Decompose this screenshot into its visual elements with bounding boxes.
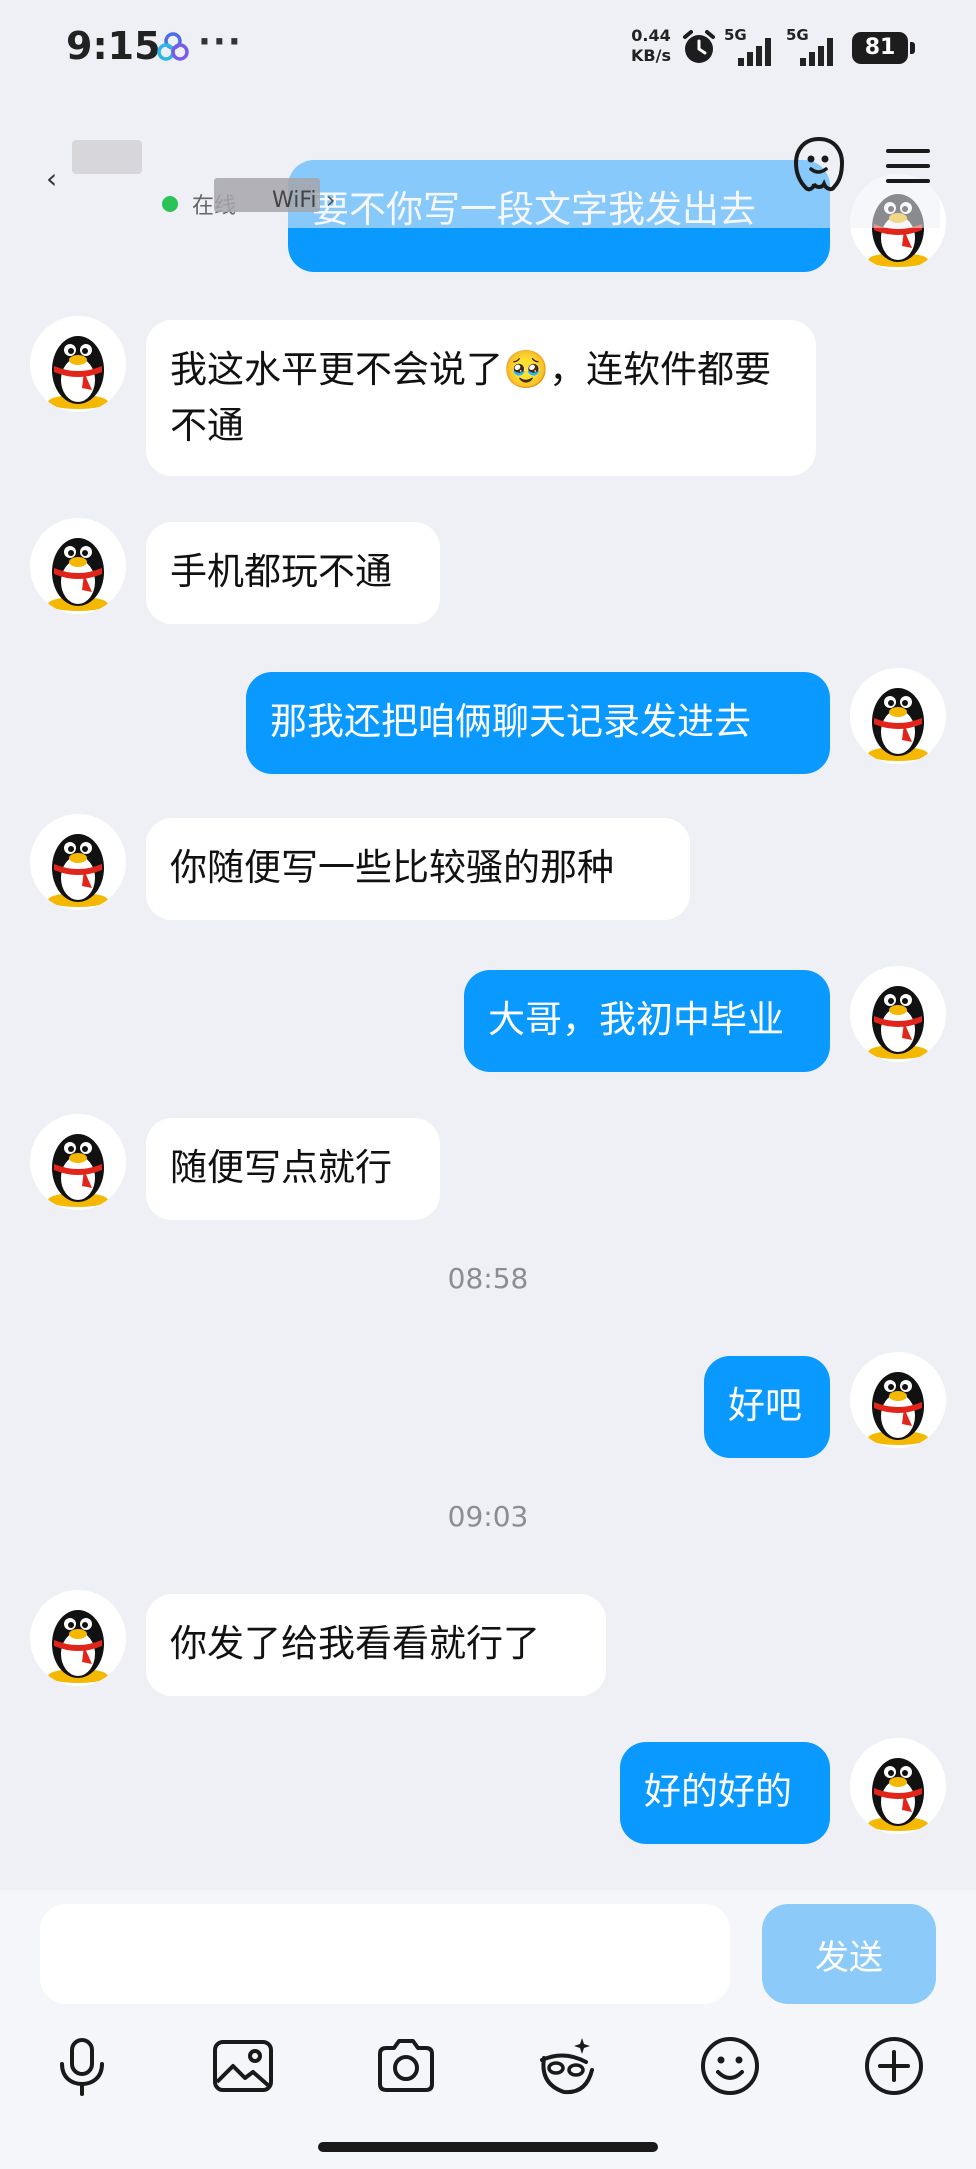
camera-icon[interactable] xyxy=(374,2034,438,2098)
cellular-signal-2: 5G xyxy=(786,26,842,66)
status-bar: 9:15 ··· 0.44 KB/s 5G 5G 81 xyxy=(0,0,976,100)
menu-icon[interactable] xyxy=(884,146,932,186)
outgoing-message-bubble[interactable]: 那我还把咱俩聊天记录发进去 xyxy=(246,672,830,774)
home-indicator[interactable] xyxy=(318,2142,658,2152)
alarm-icon xyxy=(683,30,715,63)
incoming-message-bubble[interactable]: 手机都玩不通 xyxy=(146,522,440,624)
message-timestamp: 08:58 xyxy=(447,1262,529,1295)
penguin-avatar-icon xyxy=(868,688,928,761)
ai-assistant-icon[interactable] xyxy=(792,136,846,194)
incoming-message-bubble[interactable]: 我这水平更不会说了🥹，连软件都要不通 xyxy=(146,320,816,476)
penguin-avatar-icon xyxy=(48,1610,108,1683)
battery-indicator: 81 xyxy=(852,32,915,64)
plus-icon[interactable] xyxy=(862,2034,926,2098)
penguin-avatar-icon xyxy=(48,336,108,409)
back-button[interactable]: ‹ xyxy=(46,162,57,195)
penguin-avatar-icon xyxy=(48,1134,108,1207)
my-avatar[interactable] xyxy=(850,668,946,764)
outgoing-message-bubble[interactable]: 大哥，我初中毕业 xyxy=(464,970,830,1072)
contact-avatar[interactable] xyxy=(30,1114,126,1210)
message-input[interactable] xyxy=(40,1904,730,2004)
message-timestamp: 09:03 xyxy=(447,1500,529,1533)
app-notification-icon xyxy=(157,32,189,61)
penguin-avatar-icon xyxy=(868,1372,928,1445)
microphone-icon[interactable] xyxy=(50,2034,114,2098)
signal-bars-icon xyxy=(800,38,833,66)
my-avatar[interactable] xyxy=(850,1738,946,1834)
contact-name-redacted xyxy=(72,140,142,174)
emoji-icon[interactable] xyxy=(698,2034,762,2098)
contact-avatar[interactable] xyxy=(30,814,126,910)
my-avatar[interactable] xyxy=(850,1352,946,1448)
signal-bars-icon xyxy=(738,38,771,66)
sticker-icon[interactable] xyxy=(534,2034,598,2098)
my-avatar[interactable] xyxy=(850,966,946,1062)
status-time: 9:15 xyxy=(66,24,161,68)
penguin-avatar-icon xyxy=(48,834,108,907)
contact-avatar[interactable] xyxy=(30,518,126,614)
chat-header: ‹ 在线 WiFi › xyxy=(0,100,976,228)
incoming-message-bubble[interactable]: 你随便写一些比较骚的那种 xyxy=(146,818,690,920)
image-icon[interactable] xyxy=(211,2034,275,2098)
contact-avatar[interactable] xyxy=(30,1590,126,1686)
network-speed-unit: KB/s xyxy=(631,46,671,65)
incoming-message-bubble[interactable]: 随便写点就行 xyxy=(146,1118,440,1220)
network-status-text: WiFi xyxy=(272,188,317,213)
contact-avatar[interactable] xyxy=(30,316,126,412)
cellular-signal-1: 5G xyxy=(724,26,780,66)
status-more-icon: ··· xyxy=(198,22,243,62)
penguin-avatar-icon xyxy=(868,986,928,1059)
chevron-right-icon[interactable]: › xyxy=(326,186,336,214)
incoming-message-bubble[interactable]: 你发了给我看看就行了 xyxy=(146,1594,606,1696)
online-status-dot xyxy=(162,196,178,212)
send-button[interactable]: 发送 xyxy=(762,1904,936,2004)
network-speed: 0.44 KB/s xyxy=(626,26,676,66)
network-speed-value: 0.44 xyxy=(631,26,671,45)
penguin-avatar-icon xyxy=(48,538,108,611)
penguin-avatar-icon xyxy=(868,1758,928,1831)
composer-area: 发送 xyxy=(0,1890,976,2169)
outgoing-message-bubble[interactable]: 好吧 xyxy=(704,1356,830,1458)
outgoing-message-bubble[interactable]: 好的好的 xyxy=(620,1742,830,1844)
